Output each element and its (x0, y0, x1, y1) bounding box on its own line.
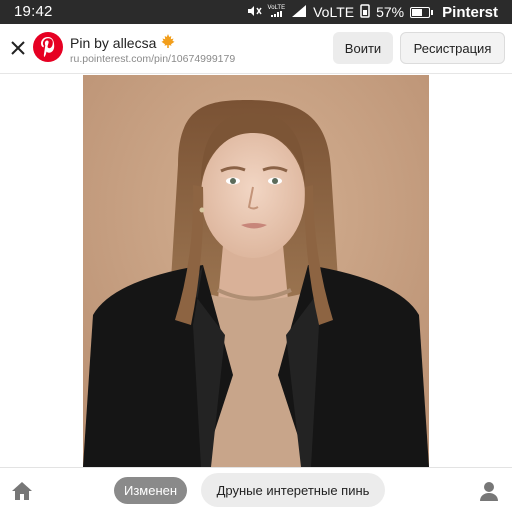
register-button[interactable]: Ресистрация (400, 32, 505, 64)
more-pins-chip[interactable]: Друные интеретные пинь (201, 473, 385, 507)
close-button[interactable] (6, 36, 30, 60)
pin-title[interactable]: Pin by allecsa (70, 33, 176, 52)
portrait-illustration (83, 75, 429, 467)
volte-label: VoLTE (313, 4, 355, 20)
status-bar: 19:42 VoLTE VoLTE 57% Pinterst (0, 0, 512, 24)
close-icon (11, 41, 25, 55)
pin-image[interactable] (83, 75, 429, 467)
battery-icon (410, 6, 434, 18)
login-button[interactable]: Воити (333, 32, 393, 64)
battery-percent: 57% (376, 4, 405, 20)
edited-chip[interactable]: Изменен (114, 477, 187, 504)
volte-small-indicator: VoLTE (268, 5, 285, 17)
mute-icon (246, 4, 262, 21)
status-icons: VoLTE VoLTE 57% Pinterst (246, 3, 498, 21)
pin-title-text: Pin by allecsa (70, 34, 157, 51)
pinterest-logo-icon (33, 32, 63, 62)
app-name: Pinterst (442, 3, 498, 21)
signal-icon (291, 4, 307, 21)
maple-leaf-icon (160, 33, 176, 52)
profile-icon[interactable] (478, 480, 500, 507)
home-icon[interactable] (10, 480, 34, 507)
sim-icon (360, 3, 370, 21)
status-time: 19:42 (14, 3, 53, 20)
pin-header: Pin by allecsa ru.pointerest.com/pin/106… (0, 24, 512, 74)
pin-url[interactable]: ru.pointerest.com/pin/10674999179 (70, 53, 235, 65)
bottom-bar: Изменен Друные интеретные пинь (0, 467, 512, 512)
pin-content (0, 74, 512, 468)
